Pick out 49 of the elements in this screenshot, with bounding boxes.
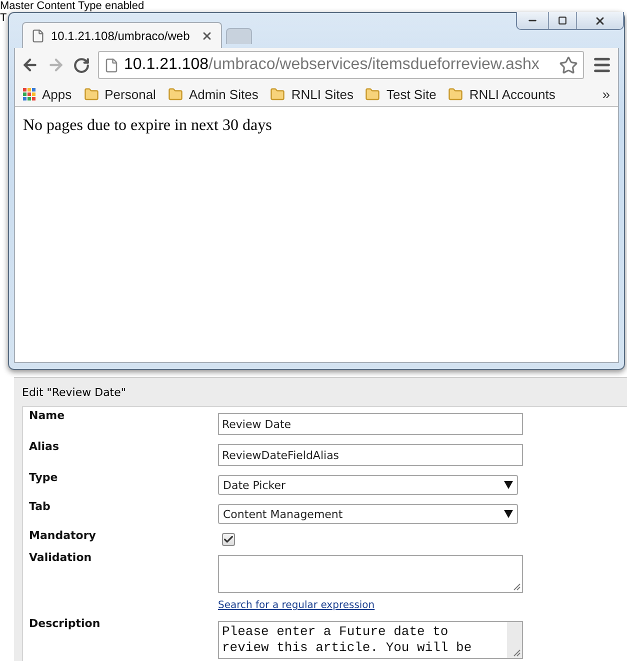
close-tab-icon[interactable] [201,30,213,42]
bookmark-item[interactable]: RNLI Sites [270,86,354,102]
page-message: No pages due to expire in next 30 days [23,117,273,135]
close-icon [594,14,606,26]
browser-tab[interactable]: 10.1.21.108/umbraco/web [22,22,222,48]
bookmark-item[interactable]: RNLI Accounts [448,86,556,102]
maximize-icon [558,16,567,25]
bookmark-item[interactable]: Test Site [365,86,436,102]
field-label: Name [29,408,66,424]
dropdown[interactable]: Date Picker [218,475,518,495]
dropdown[interactable]: Content Management [218,504,518,524]
page-icon [104,58,119,72]
background-page-text: Master Content Type enabled [0,0,144,12]
textarea-field[interactable]: Please enter a Future date to review this article. You will be [218,621,523,659]
maximize-button[interactable] [548,12,576,29]
field-label: Validation [29,550,93,566]
bookmarks-overflow[interactable]: » [602,86,610,102]
apps-grid-icon [23,88,36,100]
page-icon [31,28,45,42]
caret-icon [504,510,513,518]
field-label: Alias [29,439,60,455]
menu-icon[interactable] [592,55,612,75]
address-bar[interactable]: 10.1.21.108/umbraco/webservices/itemsdueforreview.ashx [98,51,584,79]
bookmark-item[interactable]: Apps [23,86,72,102]
folder-icon [270,86,286,102]
regex-search-link[interactable]: Search for a regular expression [218,600,375,611]
resize-grip-icon[interactable] [513,649,521,657]
caret-icon [504,481,513,489]
field-label: Type [29,470,59,486]
folder-icon [448,86,464,102]
panel-title: Edit "Review Date" [22,384,127,400]
back-button[interactable] [21,56,39,74]
close-button[interactable] [576,12,623,29]
folder-icon [168,86,183,102]
bookmark-item[interactable]: Admin Sites [168,86,258,102]
textarea-field[interactable] [218,555,523,593]
folder-icon [365,86,380,102]
text-field[interactable]: ReviewDateFieldAlias [218,444,523,466]
checkbox[interactable] [222,533,235,546]
bookmark-item[interactable]: Personal [84,86,156,102]
bookmark-star-icon[interactable] [559,56,578,74]
resize-grip-icon[interactable] [513,583,521,591]
reload-button[interactable] [73,56,90,74]
field-label: Mandatory [29,528,97,544]
background-page-text: T [0,12,7,24]
field-label: Tab [29,499,52,515]
field-label: Description [29,616,102,632]
folder-icon [84,86,99,102]
text-field[interactable]: Review Date [218,413,523,435]
